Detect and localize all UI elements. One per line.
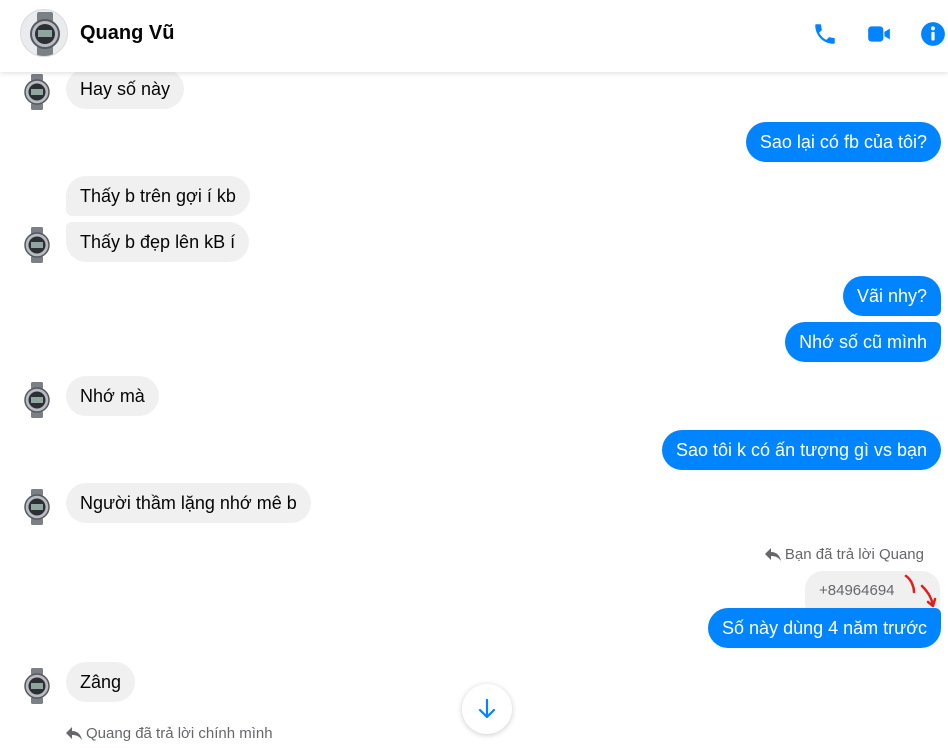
contact-avatar-small[interactable]	[22, 227, 52, 263]
phone-icon[interactable]	[812, 21, 838, 47]
reply-indicator: Quang đã trả lời chính mình	[66, 725, 273, 742]
chat-header: Quang Vũ	[0, 0, 948, 72]
contact-name[interactable]: Quang Vũ	[80, 22, 174, 45]
contact-avatar[interactable]	[20, 9, 68, 57]
quoted-message-text: +84964694	[819, 582, 895, 599]
message-bubble-outgoing[interactable]: Nhớ số cũ mình	[785, 322, 941, 362]
contact-avatar-small[interactable]	[22, 489, 52, 525]
message-bubble-incoming[interactable]: Hay số này	[66, 69, 185, 109]
arrow-down-icon	[478, 698, 496, 719]
info-icon[interactable]	[920, 21, 946, 47]
reply-indicator-text: Quang đã trả lời chính mình	[86, 725, 273, 742]
red-annotation-arrow	[904, 574, 937, 608]
reply-indicator: Bạn đã trả lời Quang	[764, 546, 924, 563]
contact-avatar-small[interactable]	[22, 74, 52, 110]
scroll-to-bottom-button[interactable]	[462, 684, 512, 734]
reply-indicator-text: Bạn đã trả lời Quang	[784, 546, 924, 563]
reply-arrow-icon	[764, 547, 781, 561]
message-bubble-outgoing[interactable]: Số này dùng 4 năm trước	[708, 608, 941, 648]
message-bubble-outgoing[interactable]: Sao tôi k có ấn tượng gì vs bạn	[662, 430, 941, 470]
message-bubble-incoming[interactable]: Thấy b đẹp lên kB í	[66, 222, 250, 262]
message-bubble-incoming[interactable]: Người thầm lặng nhớ mê b	[66, 483, 311, 523]
message-bubble-outgoing[interactable]: Sao lại có fb của tôi?	[745, 122, 941, 162]
message-bubble-incoming[interactable]: Nhớ mà	[66, 376, 159, 416]
video-camera-icon[interactable]	[866, 21, 892, 47]
reply-arrow-icon	[66, 726, 82, 740]
message-bubble-incoming[interactable]: Thấy b trên gợi í kb	[66, 176, 250, 216]
message-list[interactable]: Hay số này Sao lại có fb của tôi? Thấy b…	[0, 69, 948, 748]
contact-avatar-small[interactable]	[22, 382, 52, 418]
contact-avatar-small[interactable]	[22, 668, 52, 704]
message-bubble-incoming[interactable]: Zâng	[66, 662, 136, 702]
message-bubble-outgoing[interactable]: Vãi nhy?	[842, 276, 941, 316]
